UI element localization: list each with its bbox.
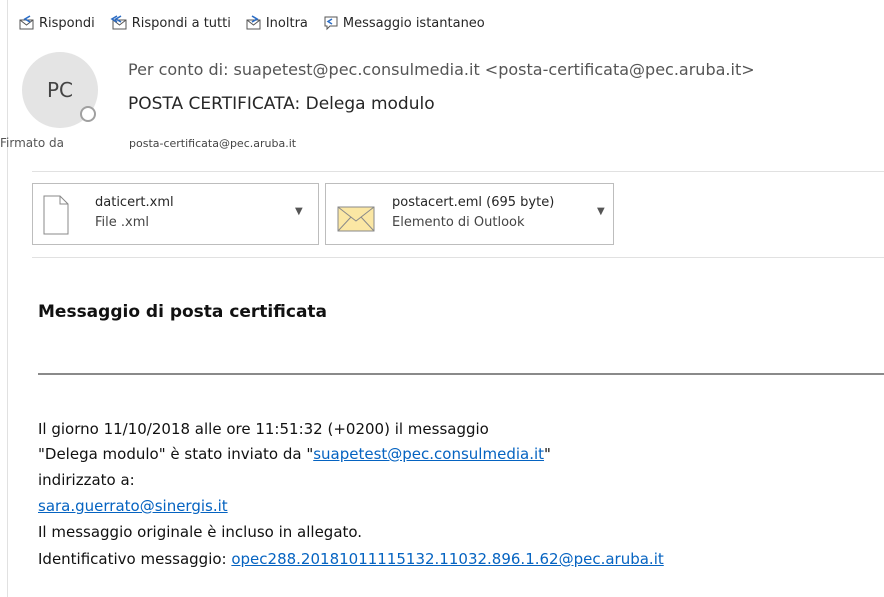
reply-button[interactable]: Rispondi — [18, 15, 95, 31]
body-line-recipient: sara.guerrato@sinergis.it — [38, 497, 228, 515]
body-line-addressed: indirizzato a: — [38, 471, 135, 489]
attachment-type: File .xml — [95, 215, 149, 230]
attachment-type: Elemento di Outlook — [392, 215, 525, 230]
attachment-menu-chevron-icon[interactable]: ▼ — [295, 206, 303, 217]
reply-all-button[interactable]: Rispondi a tutti — [109, 15, 231, 31]
body-text: " — [544, 445, 551, 463]
body-text: "Delega modulo" è stato inviato da " — [38, 445, 314, 463]
attachment-postacert[interactable]: postacert.eml (695 byte) Elemento di Out… — [325, 183, 614, 245]
reply-all-icon — [110, 15, 127, 30]
sender-email-link[interactable]: suapetest@pec.consulmedia.it — [313, 445, 544, 463]
envelope-icon — [337, 206, 375, 232]
signed-by-label: Firmato da — [0, 136, 64, 150]
message-id-link[interactable]: opec288.20181011115132.11032.896.1.62@pe… — [231, 550, 663, 568]
header-divider — [32, 171, 884, 172]
left-divider — [7, 0, 8, 597]
attachment-menu-chevron-icon[interactable]: ▼ — [597, 206, 605, 217]
body-text: Identificativo messaggio: — [38, 550, 232, 568]
message-subject: POSTA CERTIFICATA: Delega modulo — [128, 94, 435, 114]
body-line-date: Il giorno 11/10/2018 alle ore 11:51:32 (… — [38, 420, 489, 438]
reply-all-label: Rispondi a tutti — [131, 15, 231, 31]
signed-by-value: posta-certificata@pec.aruba.it — [129, 137, 297, 150]
forward-button[interactable]: Inoltra — [245, 15, 308, 31]
attachment-name: postacert.eml (695 byte) — [392, 195, 555, 210]
reply-icon — [19, 15, 34, 30]
body-heading: Messaggio di posta certificata — [38, 302, 328, 322]
file-icon — [43, 195, 69, 235]
instant-message-label: Messaggio istantaneo — [342, 15, 485, 31]
recipient-email-link[interactable]: sara.guerrato@sinergis.it — [38, 497, 228, 515]
instant-message-button[interactable]: Messaggio istantaneo — [322, 15, 485, 31]
body-horizontal-rule — [38, 373, 884, 375]
forward-label: Inoltra — [265, 15, 308, 31]
reply-label: Rispondi — [39, 15, 95, 31]
body-line-original: Il messaggio originale è incluso in alle… — [38, 523, 363, 541]
body-line-sender: "Delega modulo" è stato inviato da "suap… — [38, 445, 551, 463]
avatar-initials: PC — [46, 78, 74, 102]
sender-line[interactable]: Per conto di: suapetest@pec.consulmedia.… — [128, 60, 755, 79]
chat-bubble-icon — [324, 16, 338, 31]
attachments-divider — [32, 257, 884, 258]
presence-status-icon — [80, 106, 96, 122]
attachment-name: daticert.xml — [95, 195, 174, 210]
forward-icon — [246, 15, 261, 30]
message-toolbar: Rispondi Rispondi a tutti Inoltra Messag… — [18, 12, 485, 34]
body-line-message-id: Identificativo messaggio: opec288.201810… — [38, 550, 664, 568]
attachment-daticert[interactable]: daticert.xml File .xml ▼ — [32, 183, 319, 245]
